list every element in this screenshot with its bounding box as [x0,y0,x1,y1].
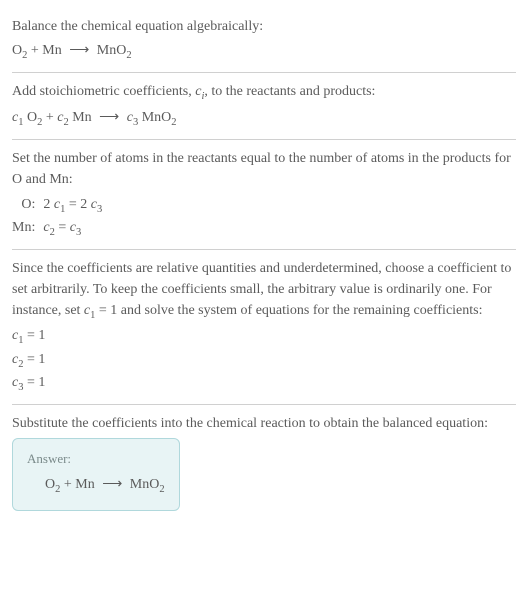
atom-eq-o: 2 c1 = 2 c3 [43,194,102,218]
coeff-c2: c2 = 1 [12,349,516,373]
original-equation: O2 + Mn ⟶ MnO2 [12,40,516,64]
answer-intro-text: Substitute the coefficients into the che… [12,413,516,434]
section-atom-balance: Set the number of atoms in the reactants… [12,140,516,250]
answer-label: Answer: [27,449,165,469]
section-solve: Since the coefficients are relative quan… [12,250,516,405]
atom-row-mn: Mn: c2 = c3 [12,217,102,241]
atom-label-o: O: [12,194,43,218]
answer-box: Answer: O2 + Mn ⟶ MnO2 [12,438,180,511]
coeff-values: c1 = 1 c2 = 1 c3 = 1 [12,325,516,396]
atom-row-o: O: 2 c1 = 2 c3 [12,194,102,218]
coeff-intro-text: Add stoichiometric coefficients, ci, to … [12,81,516,105]
coeff-equation: c1 O2 + c2 Mn ⟶ c3 MnO2 [12,107,516,131]
atom-balance-text: Set the number of atoms in the reactants… [12,148,516,190]
atom-label-mn: Mn: [12,217,43,241]
section-answer: Substitute the coefficients into the che… [12,405,516,519]
coeff-c1: c1 = 1 [12,325,516,349]
section-coefficients: Add stoichiometric coefficients, ci, to … [12,73,516,140]
solve-text: Since the coefficients are relative quan… [12,258,516,324]
atom-balance-table: O: 2 c1 = 2 c3 Mn: c2 = c3 [12,194,102,241]
balanced-equation: O2 + Mn ⟶ MnO2 [27,474,165,498]
section-problem: Balance the chemical equation algebraica… [12,8,516,73]
coeff-c3: c3 = 1 [12,372,516,396]
problem-text: Balance the chemical equation algebraica… [12,16,516,37]
atom-eq-mn: c2 = c3 [43,217,102,241]
